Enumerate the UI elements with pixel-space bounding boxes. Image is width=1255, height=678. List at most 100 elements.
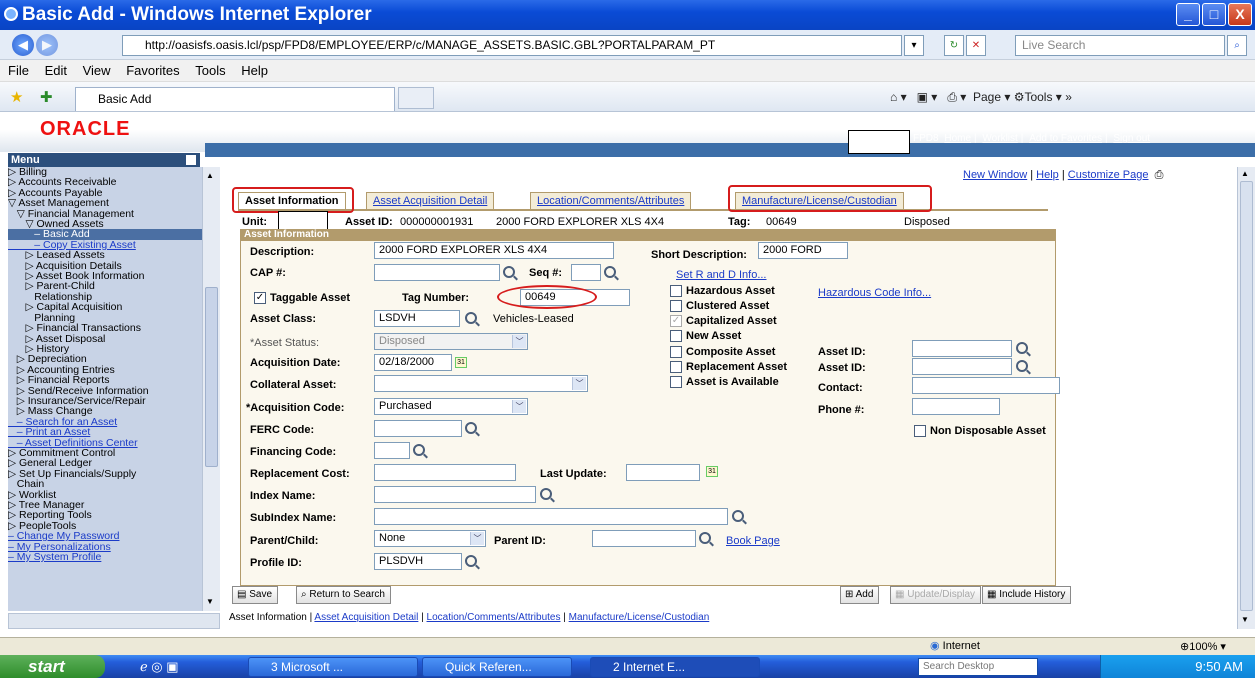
task-internet-explorer[interactable]: 2 Internet E... xyxy=(590,657,760,677)
forward-icon[interactable]: ▶ xyxy=(36,34,58,56)
add-button[interactable]: ⊞ Add xyxy=(840,586,880,604)
zoom-level[interactable]: ⊕100% ▾ xyxy=(1180,640,1226,653)
parent-child-select[interactable]: None ﹀ xyxy=(374,530,486,547)
replacement-checkbox[interactable] xyxy=(670,361,682,373)
bottom-link-location-comments[interactable]: Location/Comments/Attributes xyxy=(427,612,561,623)
cap-lookup-icon[interactable] xyxy=(503,266,515,278)
clustered-checkbox[interactable] xyxy=(670,300,682,312)
add-to-favorites-link[interactable]: Add to Favorites xyxy=(1029,133,1102,144)
back-icon[interactable]: ◀ xyxy=(12,34,34,56)
nav-scrollbar[interactable]: ▲ ▼ xyxy=(202,167,220,611)
maximize-button[interactable]: □ xyxy=(1202,3,1226,26)
calendar-icon[interactable]: 31 xyxy=(455,357,467,368)
subindex-name-field[interactable] xyxy=(374,508,728,525)
bottom-link-manufacture-license[interactable]: Manufacture/License/Custodian xyxy=(569,612,710,623)
non-disposable-checkbox[interactable] xyxy=(914,425,926,437)
profile-id-field[interactable]: PLSDVH xyxy=(374,553,462,570)
include-history-button[interactable]: ▦ Include History xyxy=(982,586,1072,604)
close-button[interactable]: X xyxy=(1228,3,1252,26)
composite-checkbox[interactable] xyxy=(670,346,682,358)
nav-scroll-thumb[interactable] xyxy=(205,287,218,467)
financing-lookup-icon[interactable] xyxy=(413,444,425,456)
composite-asset-id-field[interactable] xyxy=(912,340,1012,357)
task-microsoft[interactable]: 3 Microsoft ... xyxy=(248,657,418,677)
tab-location-comments[interactable]: Location/Comments/Attributes xyxy=(530,192,692,209)
menu-view[interactable]: View xyxy=(83,63,111,78)
available-checkbox[interactable] xyxy=(670,376,682,388)
hazardous-code-info-link[interactable]: Hazardous Code Info... xyxy=(818,287,931,299)
return-to-search-button[interactable]: ⌕ Return to Search xyxy=(296,586,391,604)
set-rd-info-link[interactable]: Set R and D Info... xyxy=(676,269,767,281)
chevron-right-icon[interactable]: » xyxy=(1065,90,1072,104)
phone-field[interactable] xyxy=(912,398,1000,415)
browser-tab[interactable]: Basic Add xyxy=(75,87,395,111)
taggable-checkbox[interactable]: ✓ xyxy=(254,292,266,304)
index-name-field[interactable] xyxy=(374,486,536,503)
home-link[interactable]: Home xyxy=(944,133,971,144)
profile-lookup-icon[interactable] xyxy=(465,555,477,567)
menu-tools[interactable]: Tools xyxy=(195,63,225,78)
favorites-star-icon[interactable]: ★ xyxy=(10,88,23,106)
book-page-link[interactable]: Book Page xyxy=(726,535,780,547)
parent-id-field[interactable] xyxy=(592,530,696,547)
customize-page-link[interactable]: Customize Page xyxy=(1068,169,1149,181)
seq-lookup-icon[interactable] xyxy=(604,266,616,278)
new-window-link[interactable]: New Window xyxy=(963,169,1027,181)
collateral-asset-select[interactable]: ﹀ xyxy=(374,375,588,392)
help-link[interactable]: Help xyxy=(1036,169,1059,181)
description-field[interactable]: 2000 FORD EXPLORER XLS 4X4 xyxy=(374,242,614,259)
nav-horizontal-scrollbar[interactable] xyxy=(8,613,220,629)
subindex-lookup-icon[interactable] xyxy=(732,510,744,522)
start-button[interactable]: start xyxy=(0,655,105,678)
nav-item[interactable]: ▷ Financial Reports xyxy=(8,375,202,386)
hazardous-checkbox[interactable] xyxy=(670,285,682,297)
index-lookup-icon[interactable] xyxy=(540,488,552,500)
desktop-search-input[interactable]: Search Desktop xyxy=(918,658,1038,676)
seq-field[interactable] xyxy=(571,264,601,281)
menu-edit[interactable]: Edit xyxy=(45,63,67,78)
worklist-link[interactable]: Worklist xyxy=(982,133,1017,144)
new-tab-button[interactable] xyxy=(398,87,434,109)
http-icon[interactable]: ⎙ xyxy=(1152,169,1164,181)
ferc-lookup-icon[interactable] xyxy=(465,422,477,434)
print-icon[interactable]: ⎙ ▾ xyxy=(947,90,966,104)
asset-class-field[interactable]: LSDVH xyxy=(374,310,460,327)
parent-id-lookup-icon[interactable] xyxy=(699,532,711,544)
new-asset-checkbox[interactable] xyxy=(670,330,682,342)
menu-favorites[interactable]: Favorites xyxy=(126,63,179,78)
nav-item[interactable]: ▷ Financial Transactions xyxy=(8,323,202,334)
search-input[interactable]: Live Search xyxy=(1015,35,1225,56)
search-icon[interactable]: ⌕ xyxy=(1227,35,1247,56)
short-description-field[interactable]: 2000 FORD xyxy=(758,242,848,259)
replacement-asset-id-field[interactable] xyxy=(912,358,1012,375)
stop-icon[interactable]: ✕ xyxy=(966,35,986,56)
replacement-lookup-icon[interactable] xyxy=(1016,360,1028,372)
main-scroll-down-icon[interactable]: ▼ xyxy=(1241,615,1249,624)
ferc-code-field[interactable] xyxy=(374,420,462,437)
home-icon[interactable]: ⌂ ▾ xyxy=(890,90,907,104)
add-favorite-icon[interactable]: ✚ xyxy=(40,88,53,106)
acquisition-date-field[interactable]: 02/18/2000 xyxy=(374,354,452,371)
address-bar[interactable]: http://oasisfs.oasis.lcl/psp/FPD8/EMPLOY… xyxy=(122,35,902,56)
task-quick-reference[interactable]: Quick Referen... xyxy=(422,657,572,677)
calendar-icon[interactable]: 31 xyxy=(706,466,718,477)
sign-out-link[interactable]: Sign out xyxy=(1113,133,1150,144)
financing-code-field[interactable] xyxy=(374,442,410,459)
acquisition-code-select[interactable]: Purchased ﹀ xyxy=(374,398,528,415)
replacement-cost-field[interactable] xyxy=(374,464,516,481)
main-scroll-up-icon[interactable]: ▲ xyxy=(1241,169,1249,178)
bottom-link-acquisition-detail[interactable]: Asset Acquisition Detail xyxy=(314,612,418,623)
nav-item[interactable]: – Print an Asset xyxy=(8,427,202,438)
composite-lookup-icon[interactable] xyxy=(1016,342,1028,354)
feeds-icon[interactable]: ▣ ▾ xyxy=(917,90,938,104)
tab-asset-acquisition-detail[interactable]: Asset Acquisition Detail xyxy=(366,192,495,209)
collapse-menu-icon[interactable] xyxy=(186,155,196,165)
address-dropdown-icon[interactable]: ▾ xyxy=(904,35,924,56)
refresh-icon[interactable]: ↻ xyxy=(944,35,964,56)
minimize-button[interactable]: _ xyxy=(1176,3,1200,26)
quick-launch-icons[interactable]: ℯ ◎ ▣ xyxy=(140,659,179,675)
cap-field[interactable] xyxy=(374,264,500,281)
asset-class-lookup-icon[interactable] xyxy=(465,312,477,324)
tools-menu[interactable]: Page ▾ ⚙Tools ▾ xyxy=(973,90,1062,104)
menu-help[interactable]: Help xyxy=(241,63,268,78)
